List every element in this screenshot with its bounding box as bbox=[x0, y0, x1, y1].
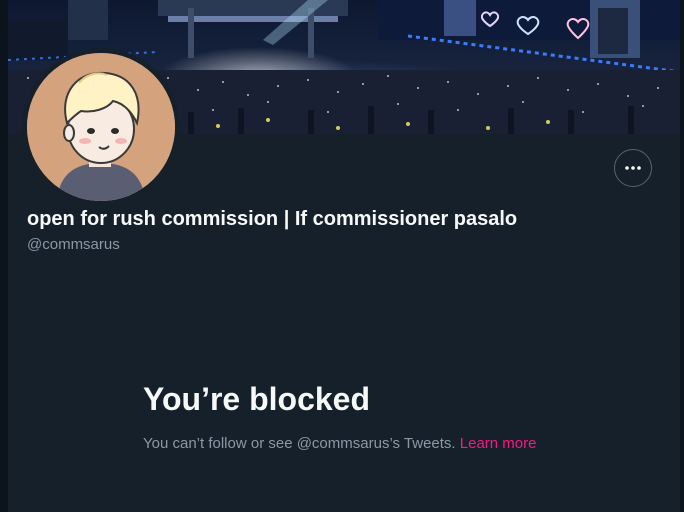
window-edge-left bbox=[0, 0, 8, 512]
profile-display-name: open for rush commission | If commission… bbox=[27, 208, 518, 230]
avatar-illustration bbox=[27, 53, 175, 201]
window-edge-right bbox=[680, 0, 684, 512]
blocked-title: You’re blocked bbox=[143, 381, 371, 417]
profile-avatar[interactable] bbox=[22, 48, 180, 206]
profile-handle: @commsarus bbox=[27, 236, 120, 253]
more-horizontal-icon bbox=[625, 166, 641, 170]
more-options-button[interactable] bbox=[614, 149, 652, 187]
learn-more-link[interactable]: Learn more bbox=[460, 435, 537, 452]
blocked-message-text: You can’t follow or see @commsarus’s Twe… bbox=[143, 435, 456, 452]
blocked-message: You can’t follow or see @commsarus’s Twe… bbox=[143, 433, 563, 455]
